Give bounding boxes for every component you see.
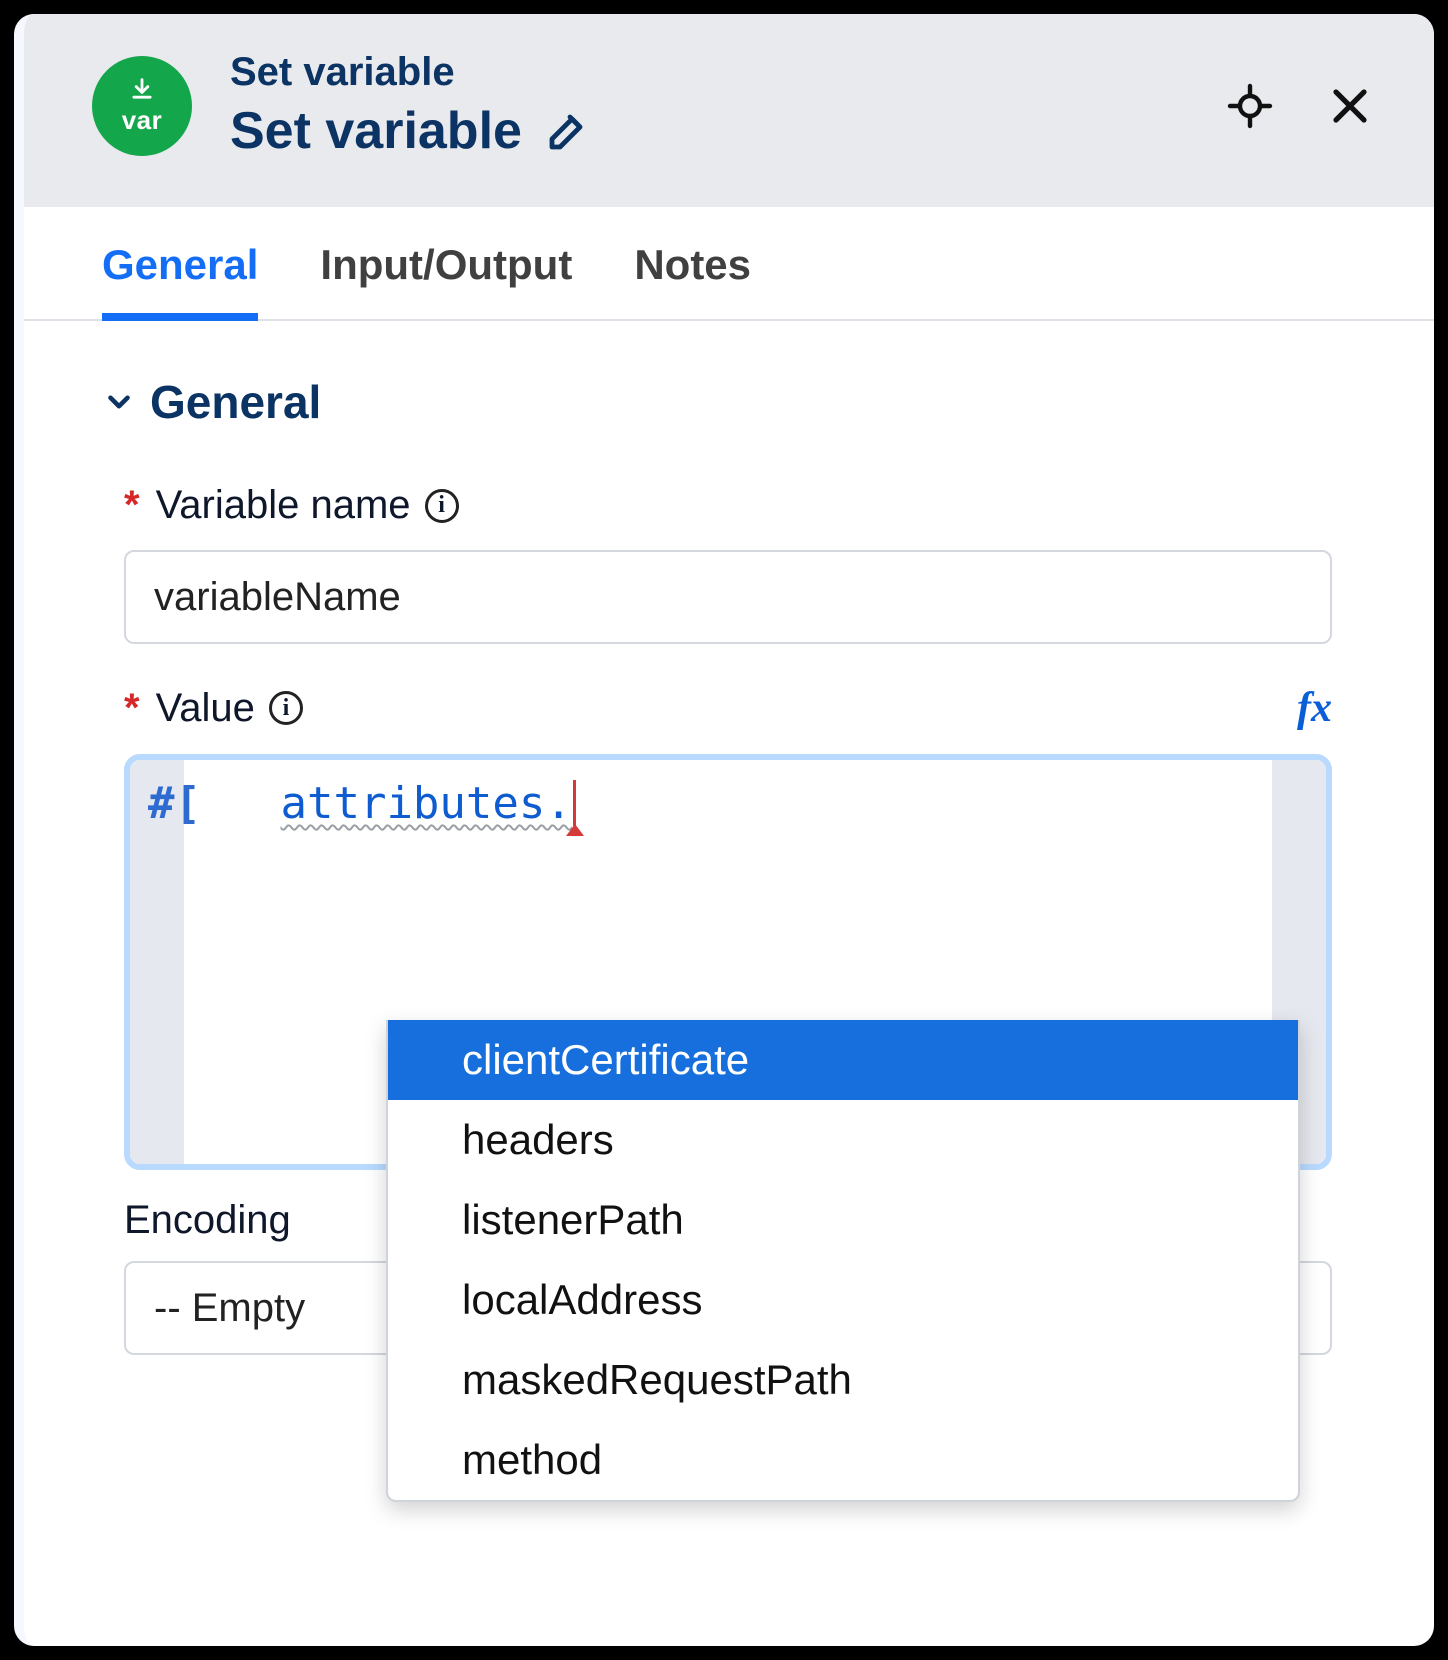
autocomplete-item[interactable]: method [388, 1420, 1298, 1500]
autocomplete-item[interactable]: clientCertificate [388, 1020, 1298, 1100]
variable-name-input[interactable] [124, 550, 1332, 644]
info-icon[interactable]: i [425, 489, 459, 523]
autocomplete-popup: clientCertificate headers listenerPath l… [386, 1020, 1300, 1502]
required-marker: * [124, 483, 140, 528]
variable-name-label: Variable name [156, 483, 411, 528]
locate-icon [1226, 82, 1274, 130]
edit-title-button[interactable] [540, 103, 596, 159]
autocomplete-item[interactable]: localAddress [388, 1260, 1298, 1340]
config-panel: var Set variable Set variable [14, 14, 1434, 1646]
tab-notes[interactable]: Notes [634, 241, 751, 319]
close-icon [1326, 82, 1374, 130]
fx-toggle-button[interactable]: fx [1297, 684, 1332, 732]
section-title: General [150, 375, 321, 429]
autocomplete-item[interactable]: listenerPath [388, 1180, 1298, 1260]
tab-bar: General Input/Output Notes [24, 207, 1434, 321]
locate-button[interactable] [1222, 78, 1278, 134]
panel-header: var Set variable Set variable [24, 14, 1434, 207]
section-toggle-general[interactable]: General [102, 375, 1372, 429]
chevron-down-icon [102, 385, 136, 419]
expression-line: #[ attributes. [148, 778, 576, 829]
component-type-label: Set variable [230, 50, 1222, 95]
encoding-value: -- Empty [154, 1286, 305, 1331]
required-marker: * [124, 686, 140, 731]
autocomplete-item[interactable]: headers [388, 1100, 1298, 1180]
text-caret [573, 780, 576, 826]
component-badge-text: var [122, 105, 163, 136]
component-badge: var [92, 56, 192, 156]
field-variable-name: * Variable name i [124, 483, 1332, 644]
pencil-icon [544, 107, 592, 155]
expression-identifier: attributes. [280, 778, 571, 829]
value-label: Value [156, 686, 255, 731]
tab-general[interactable]: General [102, 241, 258, 321]
component-title: Set variable [230, 101, 522, 161]
info-icon[interactable]: i [269, 691, 303, 725]
tab-input-output[interactable]: Input/Output [320, 241, 572, 319]
autocomplete-item[interactable]: maskedRequestPath [388, 1340, 1298, 1420]
close-button[interactable] [1322, 78, 1378, 134]
download-arrow-icon [128, 75, 156, 103]
expression-delimiter: #[ [148, 778, 201, 829]
